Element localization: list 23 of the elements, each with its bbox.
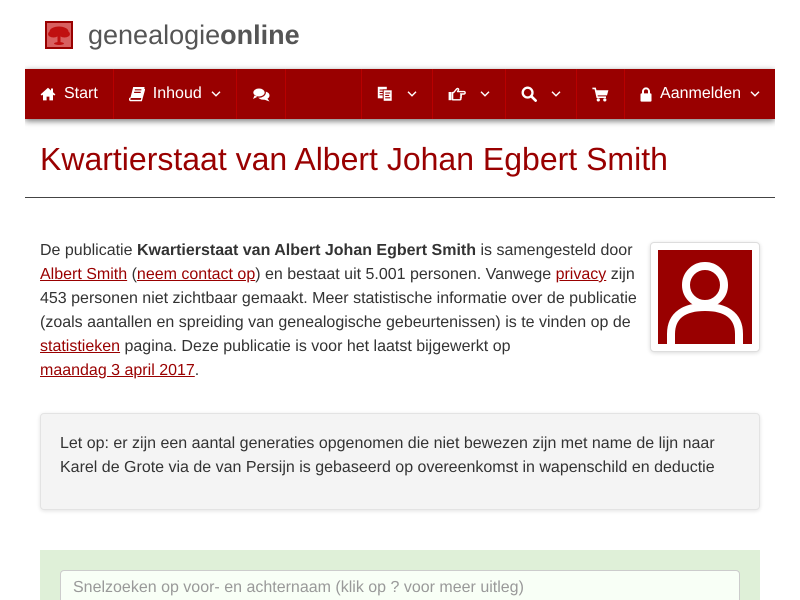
lock-icon	[640, 86, 652, 102]
quick-search-field[interactable]: Snelzoeken op voor- en achternaam (klik op ? voor meer uitleg)	[60, 570, 740, 600]
pointing-hand-icon	[448, 87, 466, 101]
chat-bubbles-icon	[252, 86, 270, 102]
text-link[interactable]: statistieken	[40, 338, 120, 355]
cart-icon	[592, 86, 610, 102]
pages-icon	[377, 86, 394, 102]
book-icon	[128, 86, 145, 102]
text-link[interactable]: neem contact op	[136, 266, 256, 283]
text-link[interactable]: privacy	[556, 266, 606, 283]
nav-menu-item[interactable]: Start	[25, 69, 114, 119]
nav-menu-item[interactable]: Aanmelden	[624, 69, 775, 119]
text-link[interactable]: maandag 3 april 2017	[40, 362, 195, 379]
logo-text[interactable]: genealogieonline	[88, 19, 300, 51]
person-avatar-icon	[658, 250, 752, 344]
home-icon	[40, 87, 56, 101]
intro-paragraph: De publicatie Kwartierstaat van Albert Johan Egbert Smith is samengesteld door Albert Smith (neem contact op) en bestaat uit 5.001 personen. Vanwege privacy zijn 453 personen niet zichtbaar gemaakt. Meer statistische informatie over de publicatie (zoals aantallen en spreiding van genealogische gebeurtenissen) is te vinden op de statistieken pagina. Deze publicatie is voor het laatst bijgewerkt op maandag 3 april 2017.	[40, 241, 638, 381]
search-icon	[521, 86, 538, 102]
text-link[interactable]: Albert Smith	[40, 266, 128, 283]
tree-logo-icon	[45, 21, 73, 49]
note-text: Let op: er zijn een aantal generaties opgenomen die niet bewezen zijn met name de lijn naar Karel de Grote via de van Persijn is gebaseerd op overeenkomst in wapenschild en deductie	[60, 434, 716, 478]
page-title: Kwartierstaat van Albert Johan Egbert Smith	[39, 141, 669, 177]
nav-menu-item[interactable]: Inhoud	[114, 69, 237, 119]
